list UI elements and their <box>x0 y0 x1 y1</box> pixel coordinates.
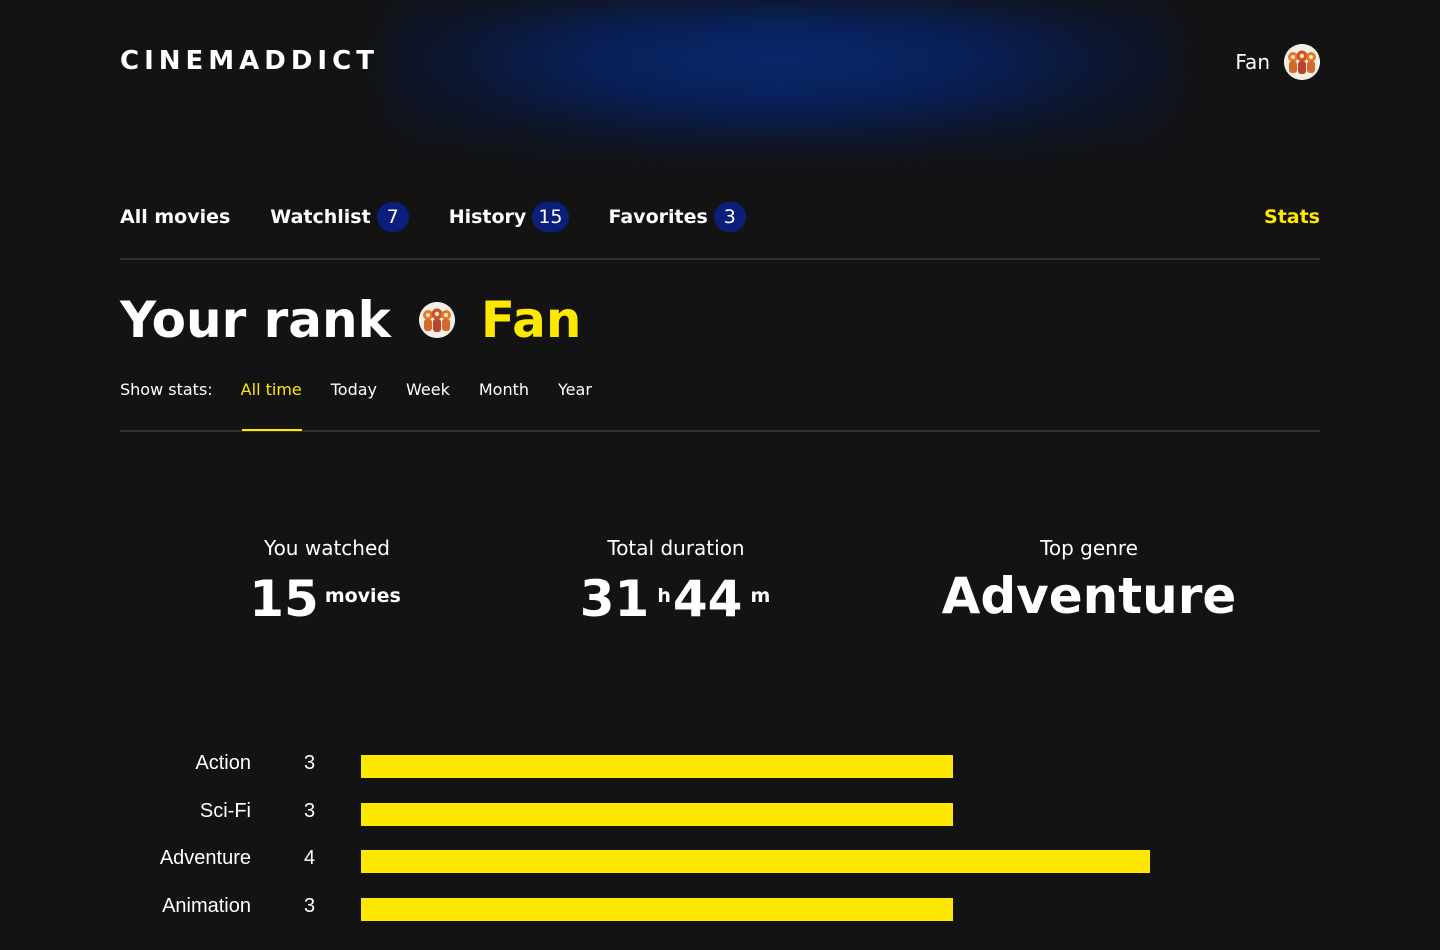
duration-minutes-unit: m <box>750 585 771 607</box>
nav-stats[interactable]: Stats <box>1264 200 1320 234</box>
genre-label: Animation <box>162 894 251 917</box>
filter-label: Show stats: <box>120 380 213 399</box>
profile-rating: Fan <box>1235 50 1270 74</box>
genre-label: Action <box>195 752 251 774</box>
avatar-icon[interactable] <box>1284 44 1320 80</box>
history-count-badge: 15 <box>532 202 569 232</box>
rank-label: Your rank <box>120 291 391 349</box>
filter-week[interactable]: Week <box>406 378 450 430</box>
page: CINEMADDICT Fan All movies Watchlist 7 H… <box>0 0 1440 950</box>
genre-bar <box>361 897 953 921</box>
chart-row: Action 3 <box>0 744 1440 788</box>
header-glow <box>385 0 1175 150</box>
nav-all-movies-label: All movies <box>120 206 231 228</box>
filter-today[interactable]: Today <box>331 378 377 430</box>
genre-bar <box>361 850 1150 873</box>
nav-watchlist[interactable]: Watchlist 7 <box>270 200 409 234</box>
genre-label: Sci-Fi <box>199 799 251 822</box>
profile[interactable]: Fan <box>1235 44 1320 80</box>
duration-hours-unit: h <box>657 585 671 607</box>
chart-row: Sci-Fi 3 <box>0 792 1440 836</box>
duration-hours: 31 <box>579 570 650 628</box>
nav-favorites[interactable]: Favorites 3 <box>609 200 746 234</box>
nav-all-movies[interactable]: All movies <box>120 200 230 234</box>
chart-row: Adventure 4 <box>0 839 1440 883</box>
watched-title: You watched <box>264 536 390 560</box>
rank-avatar-icon <box>418 302 455 338</box>
rank-section: Your rank Fan <box>120 288 581 352</box>
duration-title: Total duration <box>607 536 745 560</box>
stat-top-genre: Top genre Adventure <box>942 536 1237 626</box>
genre-count-label: 3 <box>304 799 316 822</box>
nav-history[interactable]: History 15 <box>449 200 569 234</box>
stats-filter: Show stats: All time Today Week Month Ye… <box>120 378 1320 432</box>
genre-count-label: 4 <box>304 847 316 869</box>
watchlist-count-badge: 7 <box>376 202 409 232</box>
filter-all-time[interactable]: All time <box>241 378 302 431</box>
nav-watchlist-label: Watchlist <box>270 206 371 228</box>
genre-value: Adventure <box>941 567 1237 625</box>
stat-duration: Total duration 31 h44 m <box>580 536 773 629</box>
watched-value: 15 <box>249 570 319 628</box>
genre-bar <box>361 802 953 826</box>
genre-label: Adventure <box>159 847 251 869</box>
nav-history-label: History <box>448 206 527 228</box>
rank-name: Fan <box>480 291 582 349</box>
nav-favorites-label: Favorites <box>608 206 708 228</box>
chart-row: Animation 3 <box>0 887 1440 931</box>
genre-count-label: 3 <box>304 752 316 774</box>
filter-month[interactable]: Month <box>479 378 529 430</box>
genre-count-label: 3 <box>304 894 316 917</box>
duration-value-row: 31 h44 m <box>580 566 773 629</box>
app-logo[interactable]: CINEMADDICT <box>120 46 379 76</box>
watched-value-row: 15 movies <box>249 566 405 629</box>
main-navigation: All movies Watchlist 7 History 15 Favori… <box>120 200 1320 260</box>
stat-watched: You watched 15 movies <box>249 536 405 629</box>
watched-unit: movies <box>324 585 401 607</box>
favorites-count-badge: 3 <box>713 202 746 232</box>
genre-title: Top genre <box>1040 536 1138 560</box>
filter-year[interactable]: Year <box>558 378 592 430</box>
stats-summary: You watched 15 movies Total duration 31 h4… <box>0 536 1440 646</box>
duration-minutes: 44 <box>672 570 743 628</box>
genre-chart: Action 3 Sci-Fi 3 Adventure 4 Animation 3 <box>0 744 1440 944</box>
genre-bar <box>361 755 953 778</box>
